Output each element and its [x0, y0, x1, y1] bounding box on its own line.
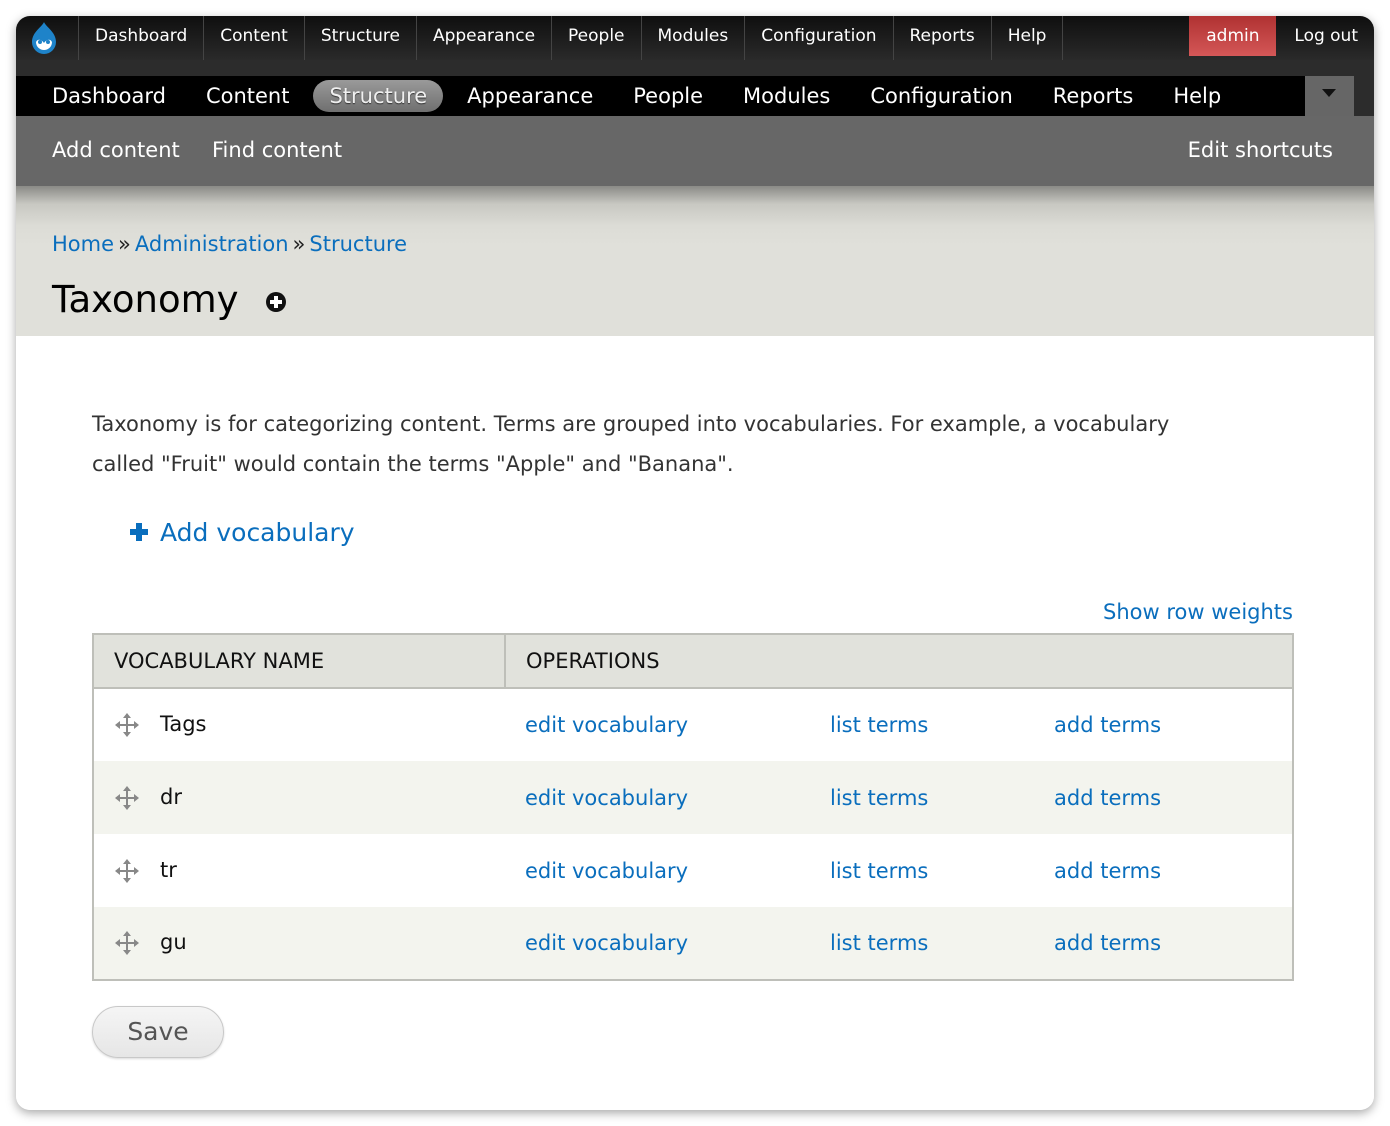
table-row: tr edit vocabulary list terms add terms: [93, 834, 1293, 907]
add-terms-link[interactable]: add terms: [1054, 931, 1161, 955]
add-terms-link[interactable]: add terms: [1054, 859, 1161, 883]
logout-link[interactable]: Log out: [1276, 16, 1374, 56]
drag-handle-icon[interactable]: [114, 785, 140, 811]
breadcrumb-separator: »: [292, 232, 306, 256]
nav-modules[interactable]: Modules: [727, 80, 846, 112]
nav-structure[interactable]: Structure: [313, 80, 444, 112]
breadcrumb-home[interactable]: Home: [52, 232, 114, 256]
nav-people[interactable]: People: [617, 80, 719, 112]
nav-reports[interactable]: Reports: [1037, 80, 1150, 112]
vocabulary-name: dr: [160, 784, 182, 809]
edit-vocabulary-link[interactable]: edit vocabulary: [525, 786, 688, 810]
toolbar-dashboard[interactable]: Dashboard: [78, 16, 203, 60]
main-content: Taxonomy is for categorizing content. Te…: [16, 336, 1374, 1110]
list-terms-link[interactable]: list terms: [830, 786, 928, 810]
operation-cell: add terms: [1054, 688, 1293, 761]
operation-cell: list terms: [830, 834, 1054, 907]
column-header-operations: OPERATIONS: [505, 634, 1293, 689]
operation-cell: edit vocabulary: [505, 907, 830, 980]
add-terms-link[interactable]: add terms: [1054, 713, 1161, 737]
operation-cell: add terms: [1054, 834, 1293, 907]
triangle-down-icon: [1322, 89, 1336, 97]
nav-configuration[interactable]: Configuration: [854, 80, 1028, 112]
column-header-vocabulary-name: VOCABULARY NAME: [93, 634, 506, 689]
drag-handle-icon[interactable]: [114, 930, 140, 956]
save-button[interactable]: Save: [92, 1006, 224, 1058]
operation-cell: add terms: [1054, 907, 1293, 980]
user-account-link[interactable]: admin: [1189, 16, 1277, 56]
secondary-nav-bar: Dashboard Content Structure Appearance P…: [16, 76, 1354, 116]
breadcrumb-separator: »: [118, 232, 131, 256]
vocabulary-name-cell: gu: [93, 907, 505, 980]
nav-content[interactable]: Content: [190, 80, 306, 112]
nav-appearance[interactable]: Appearance: [451, 80, 609, 112]
operation-cell: list terms: [830, 761, 1054, 834]
show-row-weights-link[interactable]: Show row weights: [1103, 600, 1293, 624]
toolbar-configuration[interactable]: Configuration: [744, 16, 892, 60]
help-text: Taxonomy is for categorizing content. Te…: [92, 412, 1170, 476]
toolbar-appearance[interactable]: Appearance: [415, 16, 551, 60]
table-row: gu edit vocabulary list terms add terms: [93, 907, 1293, 980]
plus-circle-icon[interactable]: [265, 291, 287, 313]
operation-cell: add terms: [1054, 761, 1293, 834]
toolbar-structure[interactable]: Structure: [303, 16, 416, 60]
table-row: dr edit vocabulary list terms add terms: [93, 761, 1293, 834]
table-row: Tags edit vocabulary list terms add term…: [93, 688, 1293, 761]
nav-dashboard[interactable]: Dashboard: [36, 80, 182, 112]
vocabulary-name-cell: dr: [93, 761, 505, 834]
vocabulary-name-cell: tr: [93, 834, 505, 907]
operation-cell: list terms: [830, 688, 1054, 761]
nav-edge: [1354, 60, 1374, 116]
edit-shortcuts-link[interactable]: Edit shortcuts: [1188, 116, 1333, 184]
operation-cell: edit vocabulary: [505, 761, 830, 834]
vocabulary-name: tr: [160, 857, 177, 882]
add-terms-link[interactable]: add terms: [1054, 786, 1161, 810]
breadcrumb-administration[interactable]: Administration: [135, 232, 289, 256]
vocabulary-table: VOCABULARY NAME OPERATIONS Tags edit voc…: [92, 633, 1294, 981]
toolbar-reports[interactable]: Reports: [892, 16, 991, 60]
breadcrumb: Home» Administration» Structure: [52, 232, 407, 256]
operation-cell: list terms: [830, 907, 1054, 980]
browser-window: Dashboard Content Structure Appearance P…: [16, 16, 1374, 1110]
shortcuts-toggle-button[interactable]: [1305, 76, 1354, 116]
list-terms-link[interactable]: list terms: [830, 859, 928, 883]
nav-help[interactable]: Help: [1157, 80, 1237, 112]
toolbar-content[interactable]: Content: [203, 16, 304, 60]
add-vocabulary-label: Add vocabulary: [160, 518, 355, 547]
drupal-drop-icon: [32, 22, 56, 54]
home-link[interactable]: [16, 16, 78, 60]
drag-handle-icon[interactable]: [114, 858, 140, 884]
secondary-nav: Dashboard Content Structure Appearance P…: [16, 60, 1374, 116]
operation-cell: edit vocabulary: [505, 834, 830, 907]
admin-toolbar: Dashboard Content Structure Appearance P…: [16, 16, 1374, 60]
table-header-row: VOCABULARY NAME OPERATIONS: [93, 634, 1293, 689]
add-vocabulary-link[interactable]: Add vocabulary: [130, 518, 355, 547]
vocabulary-name: Tags: [160, 712, 207, 736]
list-terms-link[interactable]: list terms: [830, 931, 928, 955]
toolbar-modules[interactable]: Modules: [640, 16, 745, 60]
operation-cell: edit vocabulary: [505, 688, 830, 761]
shortcut-add-content[interactable]: Add content: [52, 116, 180, 184]
page-header: Home» Administration» Structure Taxonomy: [16, 186, 1374, 336]
drag-handle-icon[interactable]: [114, 712, 140, 738]
user-menu: admin Log out: [1189, 16, 1374, 60]
edit-vocabulary-link[interactable]: edit vocabulary: [525, 931, 688, 955]
toolbar-help[interactable]: Help: [990, 16, 1064, 60]
shortcuts-bar: Add content Find content Edit shortcuts: [16, 116, 1374, 186]
vocabulary-name: gu: [160, 930, 187, 954]
toolbar-menu: Dashboard Content Structure Appearance P…: [16, 16, 1064, 60]
shortcut-find-content[interactable]: Find content: [212, 116, 342, 184]
breadcrumb-structure[interactable]: Structure: [309, 232, 407, 256]
edit-vocabulary-link[interactable]: edit vocabulary: [525, 859, 688, 883]
edit-vocabulary-link[interactable]: edit vocabulary: [525, 713, 688, 737]
vocabulary-name-cell: Tags: [93, 688, 505, 761]
plus-icon: [130, 523, 148, 541]
page-title: Taxonomy: [52, 278, 239, 321]
list-terms-link[interactable]: list terms: [830, 713, 928, 737]
secondary-nav-items: Dashboard Content Structure Appearance P…: [36, 76, 1245, 116]
toolbar-people[interactable]: People: [551, 16, 640, 60]
